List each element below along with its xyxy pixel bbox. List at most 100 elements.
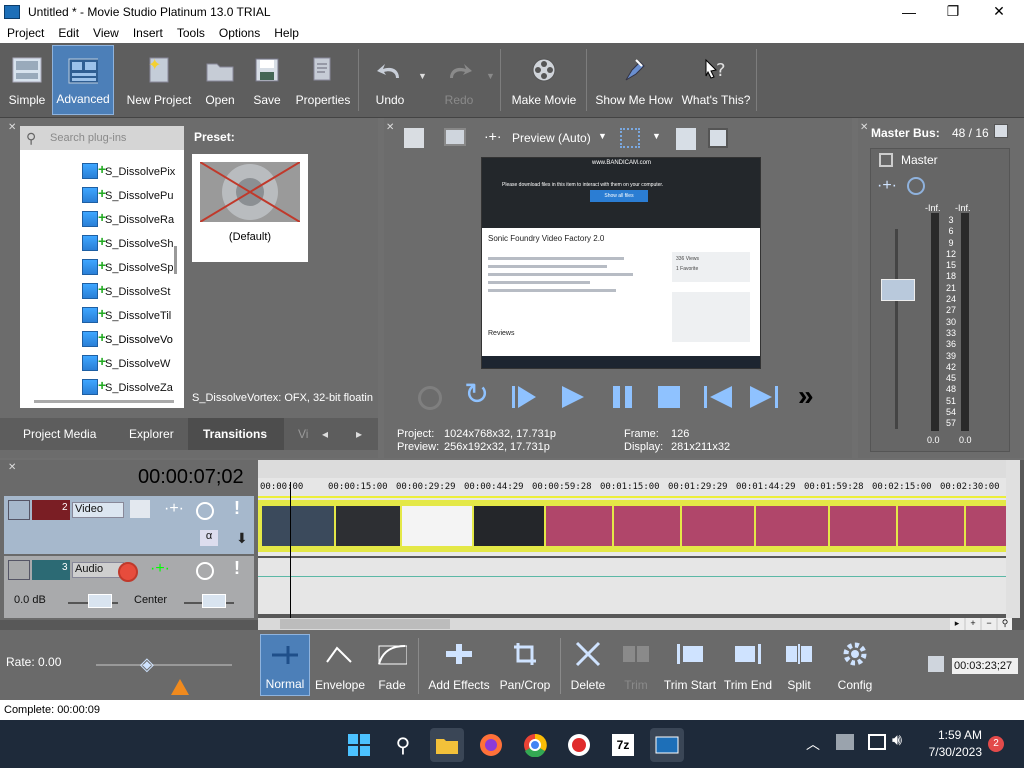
volume-icon[interactable]: 🔊︎ bbox=[892, 732, 902, 750]
fast-forward-icon[interactable]: » bbox=[798, 380, 814, 412]
audio-track-lane[interactable] bbox=[258, 558, 1006, 614]
menu-project[interactable]: Project bbox=[0, 26, 51, 40]
expand-down-icon[interactable]: ⬇ bbox=[236, 530, 248, 547]
simple-mode-button[interactable]: Simple bbox=[4, 45, 50, 115]
tab-project-media[interactable]: Project Media bbox=[23, 427, 96, 441]
mute-icon[interactable] bbox=[196, 502, 214, 520]
solo-icon[interactable]: ! bbox=[234, 498, 240, 519]
stop-icon[interactable] bbox=[656, 384, 682, 410]
list-item[interactable]: + S_DissolveZa bbox=[20, 376, 184, 400]
fader-track[interactable] bbox=[895, 229, 898, 429]
minimize-button[interactable]: — bbox=[886, 0, 932, 23]
panel-close-icon[interactable]: ✕ bbox=[8, 462, 16, 473]
menu-edit[interactable]: Edit bbox=[51, 26, 86, 40]
new-project-button[interactable]: ✦ New Project bbox=[124, 45, 194, 115]
timeline-horizontal-scrollbar[interactable] bbox=[258, 618, 1006, 630]
time-ruler[interactable]: 00:00:00 00:00:15:00 00:00:29:29 00:00:4… bbox=[258, 460, 1006, 496]
menu-options[interactable]: Options bbox=[212, 26, 267, 40]
tab-scroll-right-icon[interactable]: ▸ bbox=[356, 427, 362, 441]
search-input[interactable]: Search plug-ins bbox=[20, 126, 184, 150]
monitor-icon[interactable] bbox=[444, 128, 466, 146]
zoom-tool-icon[interactable]: ⚲ bbox=[998, 618, 1012, 630]
recorder-icon[interactable] bbox=[562, 728, 596, 762]
properties-button[interactable]: Properties bbox=[292, 45, 354, 115]
previous-frame-icon[interactable] bbox=[704, 384, 732, 410]
master-fx-icon[interactable] bbox=[879, 153, 893, 167]
list-item[interactable]: + S_DissolveSp bbox=[20, 256, 184, 280]
undo-button[interactable]: Undo bbox=[368, 45, 412, 115]
maximize-button[interactable]: ❐ bbox=[930, 0, 976, 23]
clock-time[interactable]: 1:59 AM bbox=[920, 728, 982, 742]
video-track-lane[interactable] bbox=[258, 498, 1006, 556]
copy-snapshot-icon[interactable] bbox=[676, 128, 696, 150]
trim-end-button[interactable]: Trim End bbox=[722, 634, 774, 696]
split-view-icon[interactable]: ·+· bbox=[484, 128, 502, 144]
track-motion-icon[interactable] bbox=[130, 500, 150, 518]
show-me-how-button[interactable]: Show Me How bbox=[592, 45, 676, 115]
redo-button[interactable]: Redo bbox=[438, 45, 480, 115]
list-item[interactable]: + S_DissolveSh bbox=[20, 232, 184, 256]
notification-badge[interactable]: 2 bbox=[988, 736, 1004, 752]
timeline-vertical-scrollbar[interactable] bbox=[1006, 460, 1020, 618]
file-explorer-icon[interactable] bbox=[430, 728, 464, 762]
open-button[interactable]: Open bbox=[200, 45, 240, 115]
panel-close-icon[interactable]: ✕ bbox=[8, 122, 16, 133]
marker-bar[interactable] bbox=[258, 460, 1006, 478]
save-button[interactable]: Save bbox=[248, 45, 286, 115]
delete-button[interactable]: Delete bbox=[566, 634, 610, 696]
undo-dropdown-icon[interactable]: ▼ bbox=[418, 71, 427, 81]
scroll-thumb[interactable] bbox=[280, 619, 450, 629]
rate-slider-track[interactable] bbox=[96, 664, 232, 666]
menu-tools[interactable]: Tools bbox=[170, 26, 212, 40]
play-from-start-icon[interactable] bbox=[512, 384, 538, 410]
tab-scroll-left-icon[interactable]: ◂ bbox=[322, 427, 328, 441]
vertical-scrollbar[interactable] bbox=[174, 246, 177, 274]
horizontal-scrollbar[interactable] bbox=[34, 400, 174, 403]
list-item[interactable]: + S_DissolveW bbox=[20, 352, 184, 376]
loop-icon[interactable]: ↻ bbox=[464, 380, 489, 410]
arm-record-icon[interactable] bbox=[118, 562, 138, 582]
7zip-icon[interactable]: 7z bbox=[606, 728, 640, 762]
fade-tool[interactable]: Fade bbox=[370, 634, 414, 696]
panel-close-icon[interactable]: ✕ bbox=[860, 122, 868, 133]
video-track-header[interactable]: 2 Video ·+· ! α ⬇ bbox=[4, 496, 254, 554]
display-icon[interactable] bbox=[868, 734, 886, 750]
scroll-right-icon[interactable]: ▸ bbox=[950, 618, 964, 630]
chrome-icon[interactable] bbox=[518, 728, 552, 762]
make-movie-button[interactable]: Make Movie bbox=[508, 45, 580, 115]
track-name-field[interactable]: Video bbox=[72, 502, 124, 518]
save-snapshot-icon[interactable] bbox=[708, 128, 728, 148]
insert-fx-icon[interactable]: ·+· bbox=[877, 177, 897, 195]
track-expand-icon[interactable] bbox=[8, 500, 30, 520]
list-item[interactable]: + S_DissolveSt bbox=[20, 280, 184, 304]
redo-dropdown-icon[interactable]: ▼ bbox=[486, 71, 495, 81]
normal-edit-tool[interactable]: Normal bbox=[260, 634, 310, 696]
clock-date[interactable]: 7/30/2023 bbox=[920, 745, 982, 759]
list-item[interactable]: + S_DissolveRa bbox=[20, 208, 184, 232]
chevron-down-icon[interactable]: ▼ bbox=[598, 131, 607, 141]
add-effects-button[interactable]: Add Effects bbox=[424, 634, 494, 696]
volume-envelope[interactable] bbox=[258, 576, 1006, 577]
whats-this-button[interactable]: ? What's This? bbox=[680, 45, 752, 115]
list-item[interactable]: + S_DissolveTil bbox=[20, 304, 184, 328]
movie-studio-icon[interactable] bbox=[650, 728, 684, 762]
track-fx-icon[interactable]: ·+· bbox=[164, 500, 184, 518]
advanced-mode-button[interactable]: Advanced bbox=[52, 45, 114, 115]
menu-insert[interactable]: Insert bbox=[126, 26, 170, 40]
envelope-edit-tool[interactable]: Envelope bbox=[312, 634, 368, 696]
chevron-up-icon[interactable]: ︿ bbox=[806, 734, 820, 754]
tab-video-fx[interactable]: Vi bbox=[298, 427, 308, 441]
panel-close-icon[interactable]: ✕ bbox=[386, 122, 394, 133]
next-frame-icon[interactable] bbox=[750, 384, 778, 410]
zoom-in-icon[interactable]: + bbox=[966, 618, 980, 630]
trim-button[interactable]: Trim bbox=[614, 634, 658, 696]
compositing-icon[interactable]: α bbox=[200, 530, 218, 546]
tab-explorer[interactable]: Explorer bbox=[129, 427, 174, 441]
playhead-cursor[interactable] bbox=[290, 482, 291, 618]
mute-icon[interactable] bbox=[907, 177, 925, 195]
rate-slider-thumb[interactable]: ◈ bbox=[140, 654, 154, 675]
split-button[interactable]: Split bbox=[778, 634, 820, 696]
close-button[interactable]: ✕ bbox=[976, 0, 1022, 23]
video-properties-icon[interactable] bbox=[404, 128, 424, 148]
volume-slider[interactable] bbox=[88, 594, 112, 608]
